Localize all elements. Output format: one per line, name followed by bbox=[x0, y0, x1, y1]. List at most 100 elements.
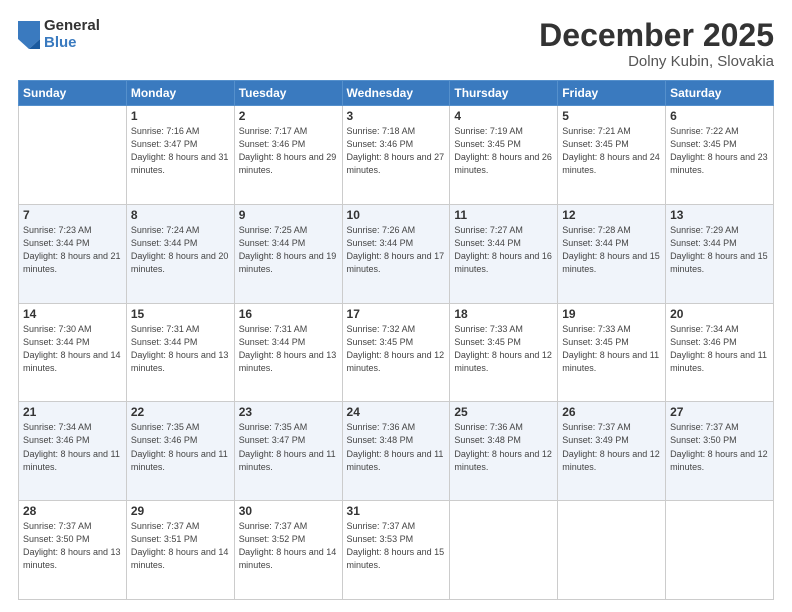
title-block: December 2025 Dolny Kubin, Slovakia bbox=[539, 18, 774, 70]
day-number: 7 bbox=[23, 208, 122, 222]
calendar-cell: 27 Sunrise: 7:37 AMSunset: 3:50 PMDaylig… bbox=[666, 402, 774, 501]
day-detail: Sunrise: 7:37 AMSunset: 3:49 PMDaylight:… bbox=[562, 422, 660, 471]
day-detail: Sunrise: 7:25 AMSunset: 3:44 PMDaylight:… bbox=[239, 225, 337, 274]
day-detail: Sunrise: 7:35 AMSunset: 3:47 PMDaylight:… bbox=[239, 422, 336, 471]
day-detail: Sunrise: 7:33 AMSunset: 3:45 PMDaylight:… bbox=[562, 324, 659, 373]
day-detail: Sunrise: 7:37 AMSunset: 3:52 PMDaylight:… bbox=[239, 521, 337, 570]
calendar-cell: 4 Sunrise: 7:19 AMSunset: 3:45 PMDayligh… bbox=[450, 106, 558, 205]
logo-blue: Blue bbox=[44, 35, 100, 52]
day-number: 8 bbox=[131, 208, 230, 222]
day-number: 21 bbox=[23, 405, 122, 419]
calendar-cell: 8 Sunrise: 7:24 AMSunset: 3:44 PMDayligh… bbox=[126, 204, 234, 303]
day-number: 24 bbox=[347, 405, 446, 419]
logo-general: General bbox=[44, 18, 100, 35]
logo-icon bbox=[18, 21, 40, 49]
logo: General Blue bbox=[18, 18, 100, 51]
calendar-cell: 6 Sunrise: 7:22 AMSunset: 3:45 PMDayligh… bbox=[666, 106, 774, 205]
day-detail: Sunrise: 7:23 AMSunset: 3:44 PMDaylight:… bbox=[23, 225, 121, 274]
calendar-header-row: SundayMondayTuesdayWednesdayThursdayFrid… bbox=[19, 81, 774, 106]
calendar-cell: 28 Sunrise: 7:37 AMSunset: 3:50 PMDaylig… bbox=[19, 501, 127, 600]
day-number: 11 bbox=[454, 208, 553, 222]
day-detail: Sunrise: 7:18 AMSunset: 3:46 PMDaylight:… bbox=[347, 126, 445, 175]
day-number: 19 bbox=[562, 307, 661, 321]
day-number: 14 bbox=[23, 307, 122, 321]
day-number: 20 bbox=[670, 307, 769, 321]
calendar-table: SundayMondayTuesdayWednesdayThursdayFrid… bbox=[18, 80, 774, 600]
location: Dolny Kubin, Slovakia bbox=[539, 53, 774, 70]
calendar-cell: 15 Sunrise: 7:31 AMSunset: 3:44 PMDaylig… bbox=[126, 303, 234, 402]
day-detail: Sunrise: 7:31 AMSunset: 3:44 PMDaylight:… bbox=[131, 324, 229, 373]
day-detail: Sunrise: 7:26 AMSunset: 3:44 PMDaylight:… bbox=[347, 225, 445, 274]
day-detail: Sunrise: 7:17 AMSunset: 3:46 PMDaylight:… bbox=[239, 126, 337, 175]
day-detail: Sunrise: 7:37 AMSunset: 3:51 PMDaylight:… bbox=[131, 521, 229, 570]
day-number: 9 bbox=[239, 208, 338, 222]
calendar-cell: 24 Sunrise: 7:36 AMSunset: 3:48 PMDaylig… bbox=[342, 402, 450, 501]
day-detail: Sunrise: 7:33 AMSunset: 3:45 PMDaylight:… bbox=[454, 324, 552, 373]
calendar-cell: 18 Sunrise: 7:33 AMSunset: 3:45 PMDaylig… bbox=[450, 303, 558, 402]
day-number: 22 bbox=[131, 405, 230, 419]
day-number: 4 bbox=[454, 109, 553, 123]
day-detail: Sunrise: 7:37 AMSunset: 3:53 PMDaylight:… bbox=[347, 521, 445, 570]
day-detail: Sunrise: 7:37 AMSunset: 3:50 PMDaylight:… bbox=[23, 521, 121, 570]
day-number: 23 bbox=[239, 405, 338, 419]
day-number: 2 bbox=[239, 109, 338, 123]
calendar-cell: 5 Sunrise: 7:21 AMSunset: 3:45 PMDayligh… bbox=[558, 106, 666, 205]
calendar-cell: 23 Sunrise: 7:35 AMSunset: 3:47 PMDaylig… bbox=[234, 402, 342, 501]
day-number: 3 bbox=[347, 109, 446, 123]
calendar-cell: 21 Sunrise: 7:34 AMSunset: 3:46 PMDaylig… bbox=[19, 402, 127, 501]
weekday-header-friday: Friday bbox=[558, 81, 666, 106]
weekday-header-monday: Monday bbox=[126, 81, 234, 106]
calendar-cell: 26 Sunrise: 7:37 AMSunset: 3:49 PMDaylig… bbox=[558, 402, 666, 501]
calendar-cell: 30 Sunrise: 7:37 AMSunset: 3:52 PMDaylig… bbox=[234, 501, 342, 600]
month-title: December 2025 bbox=[539, 18, 774, 53]
calendar-cell: 3 Sunrise: 7:18 AMSunset: 3:46 PMDayligh… bbox=[342, 106, 450, 205]
calendar-cell: 12 Sunrise: 7:28 AMSunset: 3:44 PMDaylig… bbox=[558, 204, 666, 303]
calendar-cell: 31 Sunrise: 7:37 AMSunset: 3:53 PMDaylig… bbox=[342, 501, 450, 600]
calendar-week-row: 14 Sunrise: 7:30 AMSunset: 3:44 PMDaylig… bbox=[19, 303, 774, 402]
day-number: 1 bbox=[131, 109, 230, 123]
calendar-cell: 25 Sunrise: 7:36 AMSunset: 3:48 PMDaylig… bbox=[450, 402, 558, 501]
day-number: 28 bbox=[23, 504, 122, 518]
calendar-cell: 22 Sunrise: 7:35 AMSunset: 3:46 PMDaylig… bbox=[126, 402, 234, 501]
weekday-header-thursday: Thursday bbox=[450, 81, 558, 106]
weekday-header-tuesday: Tuesday bbox=[234, 81, 342, 106]
day-detail: Sunrise: 7:27 AMSunset: 3:44 PMDaylight:… bbox=[454, 225, 552, 274]
calendar-cell: 2 Sunrise: 7:17 AMSunset: 3:46 PMDayligh… bbox=[234, 106, 342, 205]
logo-text: General Blue bbox=[44, 18, 100, 51]
day-number: 25 bbox=[454, 405, 553, 419]
day-detail: Sunrise: 7:28 AMSunset: 3:44 PMDaylight:… bbox=[562, 225, 660, 274]
day-detail: Sunrise: 7:30 AMSunset: 3:44 PMDaylight:… bbox=[23, 324, 121, 373]
day-detail: Sunrise: 7:36 AMSunset: 3:48 PMDaylight:… bbox=[347, 422, 444, 471]
calendar-cell: 29 Sunrise: 7:37 AMSunset: 3:51 PMDaylig… bbox=[126, 501, 234, 600]
calendar-cell: 17 Sunrise: 7:32 AMSunset: 3:45 PMDaylig… bbox=[342, 303, 450, 402]
calendar-cell bbox=[19, 106, 127, 205]
day-number: 16 bbox=[239, 307, 338, 321]
calendar-cell: 20 Sunrise: 7:34 AMSunset: 3:46 PMDaylig… bbox=[666, 303, 774, 402]
day-detail: Sunrise: 7:34 AMSunset: 3:46 PMDaylight:… bbox=[670, 324, 767, 373]
day-detail: Sunrise: 7:19 AMSunset: 3:45 PMDaylight:… bbox=[454, 126, 552, 175]
weekday-header-saturday: Saturday bbox=[666, 81, 774, 106]
calendar-cell: 9 Sunrise: 7:25 AMSunset: 3:44 PMDayligh… bbox=[234, 204, 342, 303]
calendar-cell: 19 Sunrise: 7:33 AMSunset: 3:45 PMDaylig… bbox=[558, 303, 666, 402]
day-detail: Sunrise: 7:31 AMSunset: 3:44 PMDaylight:… bbox=[239, 324, 337, 373]
weekday-header-sunday: Sunday bbox=[19, 81, 127, 106]
calendar-cell bbox=[666, 501, 774, 600]
calendar-week-row: 28 Sunrise: 7:37 AMSunset: 3:50 PMDaylig… bbox=[19, 501, 774, 600]
calendar-week-row: 21 Sunrise: 7:34 AMSunset: 3:46 PMDaylig… bbox=[19, 402, 774, 501]
day-detail: Sunrise: 7:35 AMSunset: 3:46 PMDaylight:… bbox=[131, 422, 228, 471]
calendar-cell: 16 Sunrise: 7:31 AMSunset: 3:44 PMDaylig… bbox=[234, 303, 342, 402]
day-detail: Sunrise: 7:37 AMSunset: 3:50 PMDaylight:… bbox=[670, 422, 768, 471]
day-number: 30 bbox=[239, 504, 338, 518]
day-number: 5 bbox=[562, 109, 661, 123]
calendar-week-row: 7 Sunrise: 7:23 AMSunset: 3:44 PMDayligh… bbox=[19, 204, 774, 303]
calendar-cell: 14 Sunrise: 7:30 AMSunset: 3:44 PMDaylig… bbox=[19, 303, 127, 402]
weekday-header-wednesday: Wednesday bbox=[342, 81, 450, 106]
day-number: 13 bbox=[670, 208, 769, 222]
day-detail: Sunrise: 7:36 AMSunset: 3:48 PMDaylight:… bbox=[454, 422, 552, 471]
day-number: 15 bbox=[131, 307, 230, 321]
day-number: 17 bbox=[347, 307, 446, 321]
calendar-cell bbox=[558, 501, 666, 600]
day-number: 12 bbox=[562, 208, 661, 222]
calendar-week-row: 1 Sunrise: 7:16 AMSunset: 3:47 PMDayligh… bbox=[19, 106, 774, 205]
day-number: 27 bbox=[670, 405, 769, 419]
